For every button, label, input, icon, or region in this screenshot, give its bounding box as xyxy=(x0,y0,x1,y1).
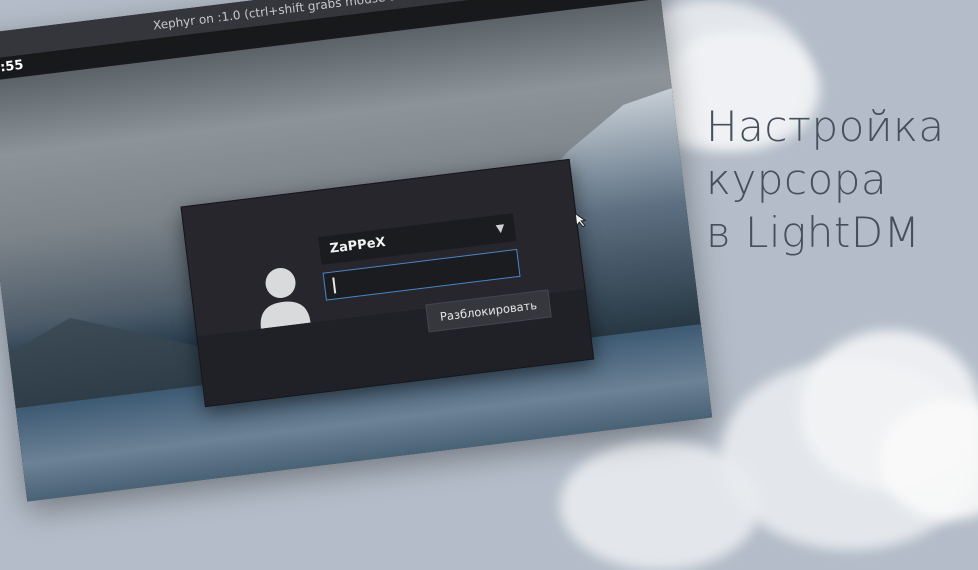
user-avatar-icon xyxy=(260,268,311,329)
lightdm-screen: 14:55 ⏻ ZaPPeX ▼ Разблокировать xyxy=(0,0,713,502)
cloud xyxy=(560,440,760,570)
text-caret xyxy=(332,277,336,294)
headline-line-2: курсора xyxy=(706,155,888,204)
article-headline: Настройка курсора в LightDM xyxy=(706,100,945,259)
headline-line-3: в LightDM xyxy=(706,208,921,257)
chevron-down-icon: ▼ xyxy=(495,221,506,236)
xephyr-window: Xephyr on :1.0 (ctrl+shift grabs mouse a… xyxy=(0,0,713,502)
clock: 14:55 xyxy=(0,57,25,78)
headline-line-1: Настройка xyxy=(706,102,945,151)
mouse-pointer-icon xyxy=(574,212,587,228)
selected-username: ZaPPeX xyxy=(328,234,387,257)
